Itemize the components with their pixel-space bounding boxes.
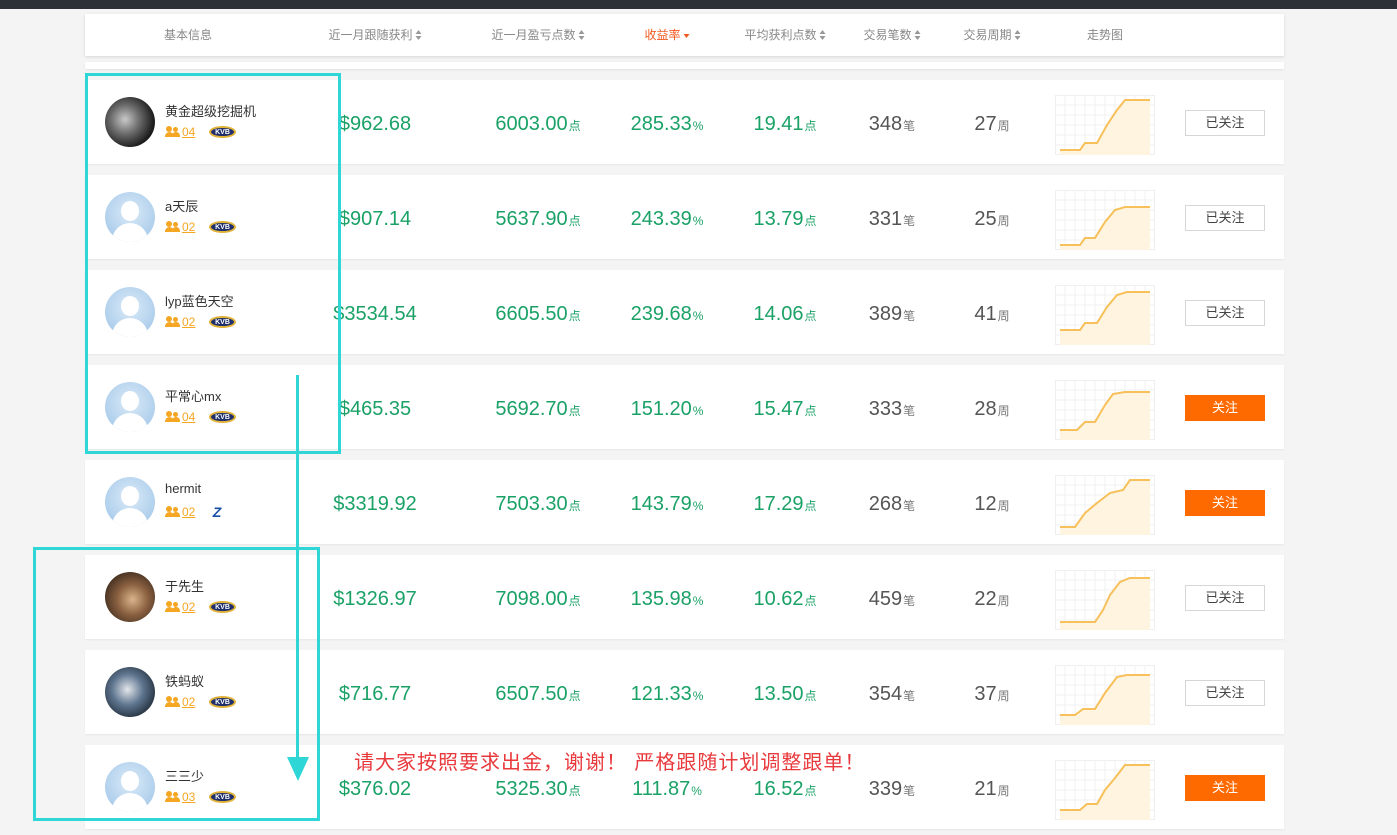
followers-icon xyxy=(165,506,181,517)
avg-points: 13.79点 xyxy=(753,208,817,230)
avg-points: 13.50点 xyxy=(753,683,817,705)
annotation-note: 请大家按照要求出金，谢谢！ 严格跟随计划调整跟单！ xyxy=(354,750,866,774)
yield-rate: 285.33% xyxy=(630,113,704,135)
followed-button[interactable]: 已关注 xyxy=(1185,585,1265,611)
yield-rate: 135.98% xyxy=(630,588,704,610)
highlight-box-top xyxy=(85,73,341,454)
table-header: 基本信息 近一月跟随获利 近一月盈亏点数 收益率 平均获利点数 交易笔数 交易周… xyxy=(85,14,1284,56)
month-points: 7098.00点 xyxy=(495,588,581,610)
month-points: 7503.30点 xyxy=(495,493,581,515)
trade-period: 41周 xyxy=(974,303,1010,325)
trade-period: 12周 xyxy=(974,493,1010,515)
month-points: 6605.50点 xyxy=(495,303,581,325)
trade-period: 37周 xyxy=(974,683,1010,705)
trend-chart[interactable] xyxy=(1055,190,1155,250)
trade-period: 21周 xyxy=(974,778,1010,800)
avg-points: 15.47点 xyxy=(753,398,817,420)
trade-count: 333笔 xyxy=(868,398,916,420)
month-profit: $1326.97 xyxy=(333,588,417,610)
sort-icon xyxy=(1014,30,1021,40)
arrow-head-icon xyxy=(287,757,309,781)
follow-button[interactable]: 关注 xyxy=(1185,395,1265,421)
month-points: 5637.90点 xyxy=(495,208,581,230)
sort-icon xyxy=(578,30,585,40)
col-basic-info: 基本信息 xyxy=(163,28,213,42)
month-points: 6003.00点 xyxy=(495,113,581,135)
month-profit: $907.14 xyxy=(338,208,412,230)
broker-logo-icon: Z xyxy=(209,504,225,520)
trend-chart[interactable] xyxy=(1055,285,1155,345)
sort-icon xyxy=(415,30,422,40)
follow-button[interactable]: 关注 xyxy=(1185,490,1265,516)
top-bar xyxy=(0,0,1397,9)
col-period[interactable]: 交易周期 xyxy=(963,14,1021,56)
trade-period: 27周 xyxy=(974,113,1010,135)
sort-icon xyxy=(819,30,826,40)
month-profit: $962.68 xyxy=(338,113,412,135)
trade-period: 25周 xyxy=(974,208,1010,230)
avg-points: 10.62点 xyxy=(753,588,817,610)
trend-chart[interactable] xyxy=(1055,380,1155,440)
trade-count: 339笔 xyxy=(868,778,916,800)
trade-count: 459笔 xyxy=(868,588,916,610)
month-points: 5692.70点 xyxy=(495,398,581,420)
col-trend: 走势图 xyxy=(1086,28,1124,42)
trend-chart[interactable] xyxy=(1055,760,1155,820)
yield-rate: 243.39% xyxy=(630,208,704,230)
followed-button[interactable]: 已关注 xyxy=(1185,110,1265,136)
avatar[interactable] xyxy=(105,477,155,527)
yield-rate: 143.79% xyxy=(630,493,704,515)
sort-desc-icon xyxy=(683,34,690,38)
follow-button[interactable]: 关注 xyxy=(1185,775,1265,801)
follower-count[interactable]: 02 xyxy=(165,505,195,519)
trade-count: 268笔 xyxy=(868,493,916,515)
divider xyxy=(85,62,1284,69)
col-yield[interactable]: 收益率 xyxy=(644,14,690,56)
trade-count: 331笔 xyxy=(868,208,916,230)
trade-period: 22周 xyxy=(974,588,1010,610)
avg-points: 14.06点 xyxy=(753,303,817,325)
col-trades[interactable]: 交易笔数 xyxy=(863,14,921,56)
trader-name[interactable]: hermit xyxy=(165,481,201,496)
month-profit: $465.35 xyxy=(338,398,412,420)
yield-rate: 121.33% xyxy=(630,683,704,705)
followed-button[interactable]: 已关注 xyxy=(1185,680,1265,706)
followed-button[interactable]: 已关注 xyxy=(1185,300,1265,326)
trader-row[interactable]: hermit 02 Z $3319.92 7503.30点 143.79% 17.29点 26… xyxy=(85,460,1284,544)
trend-chart[interactable] xyxy=(1055,475,1155,535)
sort-icon xyxy=(914,30,921,40)
month-profit: $3534.54 xyxy=(333,303,417,325)
yield-rate: 239.68% xyxy=(630,303,704,325)
month-profit: $3319.92 xyxy=(333,493,417,515)
month-points: 6507.50点 xyxy=(495,683,581,705)
trade-period: 28周 xyxy=(974,398,1010,420)
avg-points: 19.41点 xyxy=(753,113,817,135)
month-profit: $716.77 xyxy=(338,683,412,705)
trade-count: 389笔 xyxy=(868,303,916,325)
avg-points: 17.29点 xyxy=(753,493,817,515)
yield-rate: 151.20% xyxy=(630,398,704,420)
trend-chart[interactable] xyxy=(1055,665,1155,725)
trade-count: 348笔 xyxy=(868,113,916,135)
col-month-points[interactable]: 近一月盈亏点数 xyxy=(491,14,585,56)
arrow-line xyxy=(296,375,299,760)
followed-button[interactable]: 已关注 xyxy=(1185,205,1265,231)
col-avg-points[interactable]: 平均获利点数 xyxy=(744,14,826,56)
highlight-box-bottom xyxy=(33,547,320,821)
col-month-profit[interactable]: 近一月跟随获利 xyxy=(328,14,422,56)
trend-chart[interactable] xyxy=(1055,570,1155,630)
trade-count: 354笔 xyxy=(868,683,916,705)
trend-chart[interactable] xyxy=(1055,95,1155,155)
